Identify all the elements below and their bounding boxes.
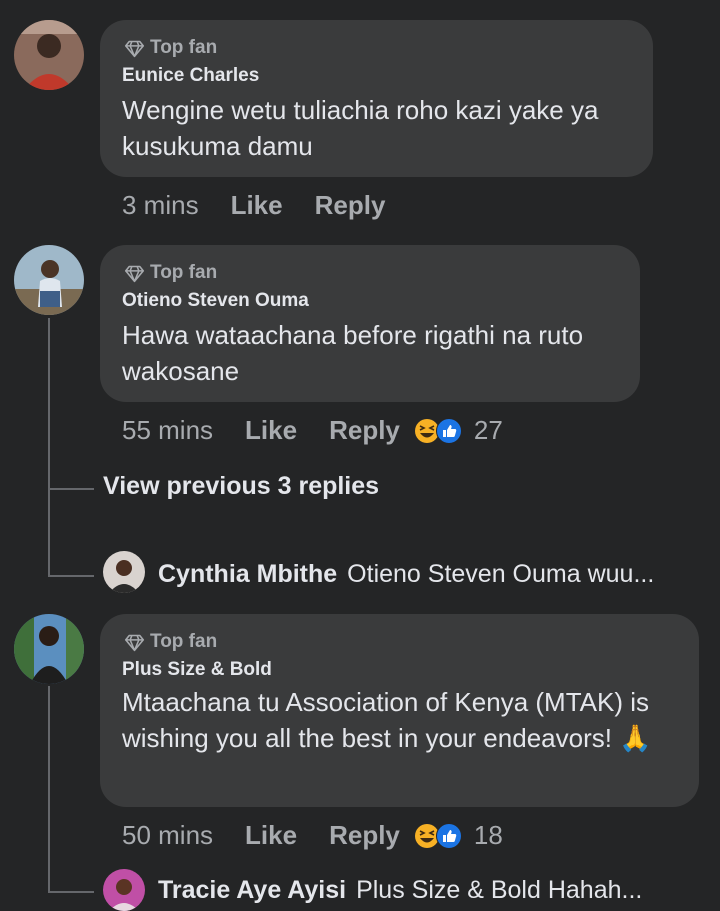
comment-bubble: Top fan Eunice Charles Wengine wetu tuli… (100, 20, 653, 177)
comment-time: 50 mins (122, 820, 214, 850)
comment-actions: 55 mins Like Reply 27 (122, 415, 503, 446)
avatar-eunice-charles[interactable] (14, 20, 84, 90)
comment-text: Hawa wataachana before rigathi na ruto w… (122, 320, 584, 386)
avatar-tracie-aye-ayisi[interactable] (103, 869, 145, 911)
top-fan-badge: Top fan (124, 631, 217, 653)
reply-text: Otieno Steven Ouma wuu... (347, 560, 655, 588)
comment-actions: 3 mins Like Reply (122, 190, 417, 221)
comment-author[interactable]: Eunice Charles (122, 65, 259, 87)
avatar-plus-size-and-bold[interactable] (14, 614, 84, 684)
reaction-summary[interactable]: 18 (414, 820, 503, 851)
diamond-icon (124, 40, 145, 57)
thread-connector (48, 575, 94, 577)
comment-time: 55 mins (122, 415, 214, 445)
reaction-count: 27 (473, 415, 503, 445)
reply-text: Plus Size & Bold Hahah... (356, 876, 643, 904)
reply-button[interactable]: Reply (329, 415, 400, 446)
like-button[interactable]: Like (231, 190, 283, 221)
comment-text: Wengine wetu tuliachia roho kazi yake ya… (122, 95, 599, 161)
thread-line (48, 686, 50, 892)
thread-line (48, 318, 50, 576)
avatar-cynthia-mbithe[interactable] (103, 551, 145, 593)
comment-author[interactable]: Otieno Steven Ouma (122, 290, 309, 312)
comment-bubble: Top fan Plus Size & Bold Mtaachana tu As… (100, 614, 699, 807)
diamond-icon (124, 265, 145, 282)
like-reaction-icon (435, 822, 462, 849)
view-previous-replies-link[interactable]: View previous 3 replies (103, 472, 379, 501)
reaction-summary[interactable]: 27 (414, 415, 503, 446)
reply-author[interactable]: Cynthia Mbithe (158, 560, 337, 588)
like-button[interactable]: Like (245, 820, 297, 851)
comment-author[interactable]: Plus Size & Bold (122, 659, 272, 681)
top-fan-badge: Top fan (124, 262, 217, 284)
thread-connector (48, 488, 94, 490)
top-fan-badge: Top fan (124, 37, 217, 59)
collapsed-reply[interactable]: Cynthia Mbithe Otieno Steven Ouma wuu... (158, 560, 703, 589)
comment-time: 3 mins (122, 190, 199, 220)
comment-text: Mtaachana tu Association of Kenya (MTAK)… (122, 687, 652, 753)
badge-label: Top fan (150, 631, 218, 652)
avatar-otieno-steven-ouma[interactable] (14, 245, 84, 315)
badge-label: Top fan (150, 37, 218, 58)
thread-connector (48, 891, 94, 893)
like-reaction-icon (435, 417, 462, 444)
comment-actions: 50 mins Like Reply 18 (122, 820, 503, 851)
reply-button[interactable]: Reply (329, 820, 400, 851)
reply-author[interactable]: Tracie Aye Ayisi (158, 876, 346, 904)
like-button[interactable]: Like (245, 415, 297, 446)
comment-bubble: Top fan Otieno Steven Ouma Hawa wataacha… (100, 245, 640, 402)
diamond-icon (124, 634, 145, 651)
badge-label: Top fan (150, 262, 218, 283)
reaction-count: 18 (473, 820, 503, 850)
reply-button[interactable]: Reply (315, 190, 386, 221)
collapsed-reply[interactable]: Tracie Aye Ayisi Plus Size & Bold Hahah..… (158, 876, 703, 905)
